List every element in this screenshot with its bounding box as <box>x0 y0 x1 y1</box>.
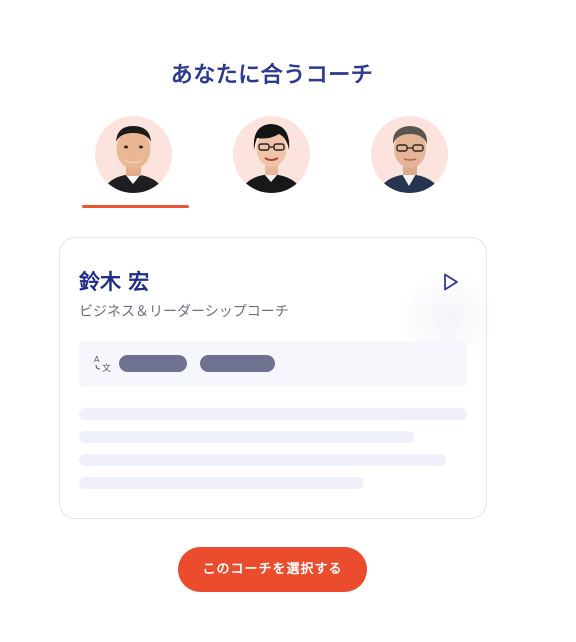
play-icon[interactable] <box>438 270 462 294</box>
coach-name: 鈴木 宏 <box>79 270 150 294</box>
coach-role: ビジネス＆リーダーシップコーチ <box>79 304 289 320</box>
page-title: あなたに合うコーチ <box>170 63 374 88</box>
skeleton-line <box>79 454 446 466</box>
language-pill <box>200 355 275 372</box>
svg-text:文: 文 <box>102 362 111 373</box>
svg-text:A: A <box>94 355 100 364</box>
skeleton-line <box>79 408 467 420</box>
language-pill <box>119 355 187 372</box>
coach-avatar-1[interactable] <box>95 116 172 193</box>
coach-avatar-2[interactable] <box>233 116 310 193</box>
coach-portrait-1-icon <box>103 126 164 193</box>
selected-coach-indicator <box>82 205 189 208</box>
coach-portrait-3-icon <box>379 126 440 193</box>
coach-portrait-2-icon <box>241 124 302 193</box>
select-coach-button[interactable]: このコーチを選択する <box>178 547 367 592</box>
skeleton-line <box>79 477 364 489</box>
skeleton-line <box>79 431 414 443</box>
coach-avatar-3[interactable] <box>371 116 448 193</box>
translate-icon: A 文 <box>94 355 111 373</box>
